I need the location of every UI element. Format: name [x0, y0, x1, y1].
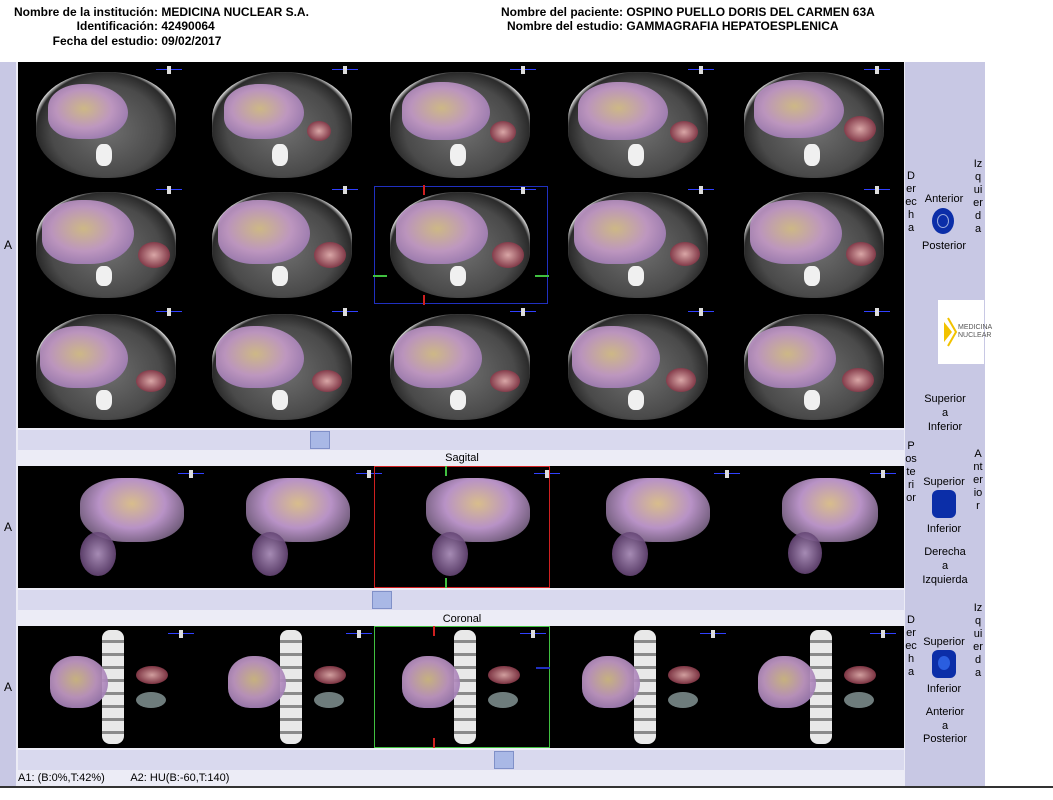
coronal-slice[interactable] [32, 630, 198, 744]
axial-orient-right: Izquierda [973, 158, 983, 235]
sagital-orient-right: Anterior [973, 448, 983, 512]
coronal-orient-right: Izquierda [973, 602, 983, 679]
study-label: Nombre del estudio: [506, 19, 623, 33]
axial-slice[interactable] [26, 308, 186, 424]
sagital-slice[interactable] [58, 470, 208, 584]
axial-slice[interactable] [26, 186, 186, 302]
coronal-slice[interactable] [564, 630, 730, 744]
patient-label: Nombre del paciente: [500, 5, 623, 19]
axial-slice-selected[interactable] [380, 186, 540, 302]
coronal-orient-bottom: Inferior [926, 683, 962, 695]
sagital-scrollbar[interactable] [18, 590, 904, 610]
axial-slice[interactable] [202, 186, 362, 302]
institution-label: Nombre de la institución: [13, 5, 158, 19]
axial-slice[interactable] [202, 308, 362, 424]
axial-orient-left: Derecha [905, 170, 917, 234]
institution-value: MEDICINA NUCLEAR S.A. [161, 5, 309, 19]
id-value: 42490064 [161, 19, 215, 33]
coronal-slice-selected[interactable] [384, 630, 550, 744]
axial-slice[interactable] [26, 66, 186, 182]
coronal-direction-3: Posterior [922, 733, 968, 745]
sagital-viewport[interactable] [18, 466, 904, 588]
bottom-rule [0, 786, 1053, 788]
coronal-side-label: A [4, 680, 13, 694]
coronal-scrollbar[interactable] [18, 750, 904, 770]
coronal-title: Coronal [442, 613, 482, 625]
coronal-viewport[interactable] [18, 626, 904, 748]
patient-value: OSPINO PUELLO DORIS DEL CARMEN 63A [626, 5, 875, 19]
status-bar: A1: (B:0%,T:42%) A2: HU(B:-60,T:140) [18, 772, 229, 784]
sagital-slice[interactable] [236, 470, 386, 584]
coronal-direction-1: Anterior [925, 706, 965, 718]
sagital-title: Sagital [445, 452, 479, 464]
sagital-head-icon [932, 490, 956, 518]
sagital-direction-2: a [941, 560, 949, 572]
sagital-scroll-thumb[interactable] [372, 591, 392, 609]
axial-orient-top: Anterior [924, 193, 964, 205]
sagital-orient-top: Superior [923, 476, 965, 488]
axial-slice[interactable] [558, 66, 718, 182]
axial-slice[interactable] [734, 186, 894, 302]
logo-line-1: MEDICINA [958, 324, 993, 331]
axial-slice[interactable] [380, 66, 540, 182]
id-row: Identificación: 42490064 [6, 19, 215, 33]
sagital-slice[interactable] [594, 470, 744, 584]
date-row: Fecha del estudio: 09/02/2017 [6, 34, 222, 48]
sagital-slice[interactable] [770, 470, 900, 584]
axial-slice[interactable] [734, 308, 894, 424]
sagital-direction-1: Derecha [924, 546, 966, 558]
coronal-slice[interactable] [210, 630, 376, 744]
coronal-orient-left: Derecha [905, 614, 917, 678]
study-row: Nombre del estudio: GAMMAGRAFIA HEPATOES… [490, 19, 839, 33]
coronal-direction-2: a [941, 720, 949, 732]
status-a2: A2: HU(B:-60,T:140) [130, 772, 230, 784]
date-label: Fecha del estudio: [52, 34, 158, 48]
axial-slice[interactable] [734, 66, 894, 182]
coronal-head-icon [932, 650, 956, 678]
axial-direction-2: a [941, 407, 949, 419]
logo-line-2: NUCLEAR [958, 332, 992, 339]
axial-orient-bottom: Posterior [921, 240, 967, 252]
coronal-scroll-thumb[interactable] [494, 751, 514, 769]
axial-scrollbar[interactable] [18, 430, 904, 450]
axial-slice[interactable] [558, 186, 718, 302]
sagital-orient-left: Posterior [905, 440, 917, 504]
axial-viewport[interactable] [18, 62, 904, 428]
axial-slice[interactable] [380, 308, 540, 424]
medicina-nuclear-logo: MEDICINA NUCLEAR [938, 300, 992, 364]
axial-side-label: A [4, 238, 13, 252]
axial-slice[interactable] [558, 308, 718, 424]
date-value: 09/02/2017 [161, 34, 222, 48]
axial-direction-1: Superior [924, 393, 966, 405]
institution-row: Nombre de la institución: MEDICINA NUCLE… [6, 5, 309, 19]
sagital-side-label: A [4, 520, 13, 534]
axial-scroll-thumb[interactable] [310, 431, 330, 449]
sagital-slice-selected[interactable] [414, 470, 564, 584]
patient-row: Nombre del paciente: OSPINO PUELLO DORIS… [490, 5, 875, 19]
axial-slice[interactable] [202, 66, 362, 182]
coronal-slice[interactable] [740, 630, 900, 744]
study-value: GAMMAGRAFIA HEPATOESPLENICA [626, 19, 839, 33]
sagital-orient-bottom: Inferior [926, 523, 962, 535]
coronal-orient-top: Superior [923, 636, 965, 648]
id-label: Identificación: [76, 19, 158, 33]
status-a1: A1: (B:0%,T:42%) [18, 772, 105, 784]
sagital-direction-3: Izquierda [922, 574, 968, 586]
left-strip [0, 62, 16, 786]
axial-head-icon [932, 208, 954, 234]
axial-direction-3: Inferior [927, 421, 963, 433]
